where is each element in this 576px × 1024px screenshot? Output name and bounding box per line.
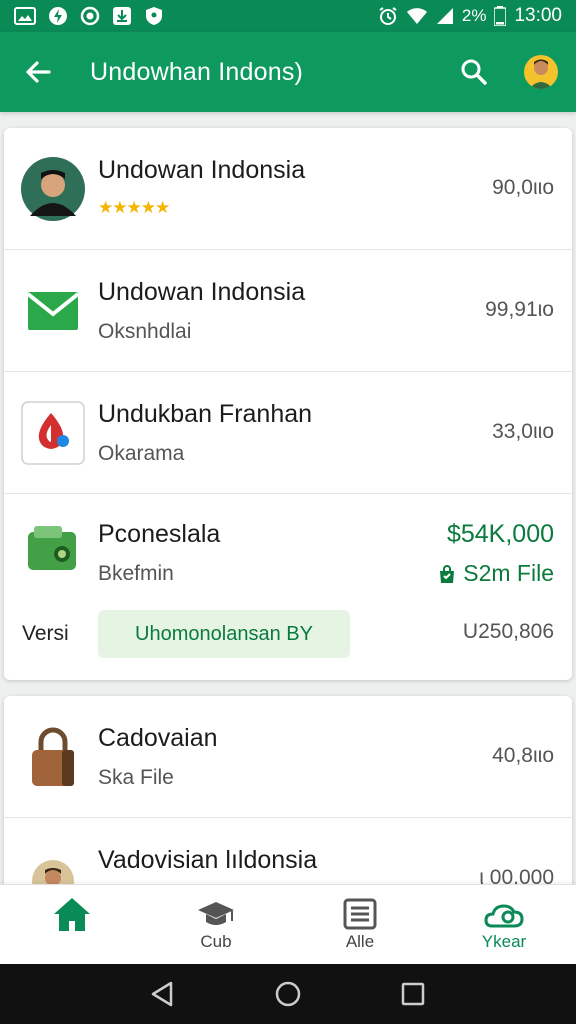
shopping-bag-icon <box>440 564 455 583</box>
alarm-icon <box>379 7 397 25</box>
lock-icon <box>32 727 74 786</box>
item-subtitle: Bkefmin <box>98 562 174 585</box>
system-recents-button[interactable] <box>393 974 433 1014</box>
wifi-icon <box>406 8 427 24</box>
page-title: Undowhan Indons) <box>90 57 304 86</box>
search-icon <box>461 59 487 85</box>
download-icon <box>113 7 131 25</box>
list-icon <box>343 898 377 929</box>
app-icon <box>20 516 86 582</box>
apps-card: Undowan Indonsia ★★★★★ 90,0ιιo Undowan I… <box>4 128 572 680</box>
list-item[interactable]: Undowan Indonsia Oksnhdlai 99,91ιo <box>4 250 572 372</box>
battery-percent: 2% <box>461 6 487 25</box>
file-size-badge: S2m File <box>437 560 554 587</box>
fire-drop-icon <box>21 400 85 465</box>
system-navigation-bar <box>0 964 576 1024</box>
flash-icon <box>49 7 67 25</box>
item-subtitle: Oksnhdlai <box>98 320 192 343</box>
item-name: Undowan Indonsia <box>98 278 306 306</box>
versi-label: Versi <box>22 622 69 645</box>
profile-avatar[interactable] <box>524 55 558 89</box>
nav-cub[interactable]: Cub <box>144 885 288 964</box>
gallery-icon <box>14 7 36 25</box>
featured-list-item[interactable]: Pconeslala Bkefmin $54K,000 S2m File Ver… <box>4 494 572 678</box>
nav-ykear[interactable]: Ykear <box>432 885 576 964</box>
mail-icon <box>27 291 79 330</box>
nav-label: Cub <box>200 931 232 951</box>
item-price: $54K,000 <box>446 520 554 548</box>
arrow-left-icon <box>26 61 51 83</box>
nav-label: Alle <box>345 931 375 951</box>
graduation-cap-icon <box>198 901 234 925</box>
item-name: Pconeslala <box>98 520 221 548</box>
circle-home-icon <box>275 981 301 1007</box>
home-icon <box>54 897 90 931</box>
nav-alle[interactable]: Alle <box>288 885 432 964</box>
back-button[interactable] <box>18 52 58 92</box>
item-price: 40,8ιιo <box>492 744 554 767</box>
avatar <box>20 156 86 222</box>
file-size-label: S2m File <box>463 560 554 586</box>
status-bar: 2% 13:00 <box>0 0 576 32</box>
version-code: U250,806 <box>462 620 554 643</box>
rating-stars: ★★★★★ <box>98 198 170 217</box>
person-avatar-icon <box>529 59 553 89</box>
item-name: Vadovisian lıldonsia <box>98 846 318 874</box>
item-name: Undukban Franhan <box>98 400 313 428</box>
record-icon <box>80 6 100 26</box>
shield-icon <box>146 7 162 25</box>
version-pill[interactable]: Uhomonolansan BY <box>98 610 350 658</box>
item-name: Cadovaian <box>98 724 218 752</box>
list-item[interactable]: Undowan Indonsia ★★★★★ 90,0ιιo <box>4 128 572 250</box>
system-status: 2% 13:00 <box>378 5 562 27</box>
gear-cloud-icon <box>484 903 524 927</box>
bottom-navigation: Cub Alle Ykear <box>0 884 576 964</box>
app-icon <box>20 724 86 790</box>
item-price: 90,0ιιo <box>492 176 554 199</box>
item-subtitle: Ska File <box>98 766 174 789</box>
item-name: Undowan Indonsia <box>98 156 306 184</box>
search-button[interactable] <box>454 52 494 92</box>
system-back-button[interactable] <box>143 974 183 1014</box>
system-home-button[interactable] <box>268 974 308 1014</box>
nav-label: Ykear <box>481 931 527 951</box>
item-price: 33,0ιιo <box>492 420 554 443</box>
list-item[interactable]: Cadovaian Ska File 40,8ιιo <box>4 696 572 818</box>
nav-home[interactable] <box>0 885 144 964</box>
item-subtitle: Okarama <box>98 442 185 465</box>
triangle-back-icon <box>151 981 172 1007</box>
signal-icon <box>436 8 453 24</box>
battery-icon <box>494 6 507 26</box>
app-bar: Undowhan Indons) <box>0 32 576 112</box>
square-recents-icon <box>402 982 425 1006</box>
list-item[interactable]: Undukban Franhan Okarama 33,0ιιo <box>4 372 572 494</box>
notification-icons <box>14 6 164 26</box>
clock: 13:00 <box>514 5 562 26</box>
app-icon <box>20 400 86 466</box>
wallet-icon <box>28 526 76 570</box>
person-portrait-icon <box>21 156 85 221</box>
app-icon <box>20 278 86 344</box>
item-price: 99,91ιo <box>485 298 554 321</box>
